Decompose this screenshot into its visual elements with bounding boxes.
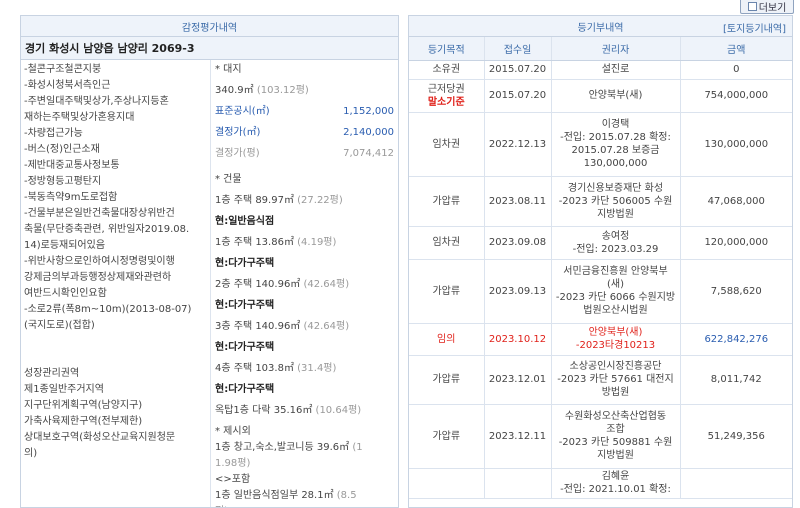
more-button[interactable]: 더보기	[740, 0, 794, 14]
floor-use: 현:다가구주택	[215, 300, 275, 311]
land-label: * 대지	[215, 64, 242, 75]
land-area-value: 340.9㎡	[215, 85, 254, 96]
table-row: 가압류 2023.12.01 소상공인시장진흥공단 -2023 카단 57661…	[409, 355, 792, 405]
zoning-line: 지구단위계획구역(남양지구)	[24, 400, 143, 411]
zoning-line: 의)	[24, 448, 38, 459]
table-row: 근저당권 말소기준 2015.07.20 안양북부(새) 754,000,000	[409, 79, 792, 113]
appraisal-notes: -철콘구조철콘지붕 -화성시청북서측인근 -주변일대주택및상가,주상나지등혼 재…	[21, 60, 211, 507]
table-row: 가압류 2023.09.13 서민금융진흥원 안양북부 (새) -2023 카단…	[409, 259, 792, 324]
note-line: -버스(정)인근소재	[24, 144, 100, 155]
included-pyeong: 평)	[215, 504, 394, 507]
det-price-row: 결정가(㎡) 2,140,000	[215, 125, 394, 141]
table-row: 가압류 2023.08.11 경기신용보증재단 화성 -2023 카단 5060…	[409, 176, 792, 227]
property-address: 경기 화성시 남양읍 남양리 2069-3	[21, 37, 398, 60]
zoning-line: 성장관리권역	[24, 368, 80, 379]
table-header-row: 등기목적 접수일 권리자 금액	[409, 37, 792, 61]
land-registry-link[interactable]: [토지등기내역]	[723, 20, 786, 35]
excluded-pyeong: 1.98평)	[215, 458, 251, 469]
note-line: 축물(무단증축관련, 위반일자2019.08.	[24, 224, 190, 235]
det-price-value: 2,140,000	[343, 127, 394, 138]
registry-title: 등기부내역	[577, 22, 624, 34]
cancellation-basis-badge: 말소기준	[427, 96, 465, 108]
note-line: -제반대중교통사정보통	[24, 160, 120, 171]
det-price-label: 결정가(㎡)	[215, 127, 261, 138]
building-label: * 건물	[215, 174, 242, 185]
col-header-type: 등기목적	[409, 37, 485, 61]
table-row: 임차권 2023.09.08 송여정 -전입: 2023.03.29 120,0…	[409, 226, 792, 260]
floor-item: 4층 주택 103.8㎡ (31.4평)	[215, 363, 337, 374]
note-line: -주변일대주택및상가,주상나지등혼	[24, 96, 169, 107]
note-line: -차량접근가능	[24, 128, 83, 139]
note-line: -위반사항으로인하여시정명령및이행	[24, 256, 175, 267]
note-line: -북동측약9m도로접함	[24, 192, 118, 203]
zoning-line: 제1종일반주거지역	[24, 384, 104, 395]
zoning-line: 상대보호구역(화성오산교육지원청문	[24, 432, 176, 443]
note-line: 재하는주택및상가혼용지대	[24, 112, 135, 123]
note-line: 강제금의부과등행정상제재와관련하	[24, 272, 172, 283]
pyeong-price-row: 결정가(평) 7,074,412	[215, 146, 394, 162]
std-price-value: 1,152,000	[343, 106, 394, 117]
floor-use: 현:다가구주택	[215, 342, 275, 353]
floor-item: 옥탑1층 다락 35.16㎡ (10.64평)	[215, 405, 362, 416]
table-row-highlight: 임의 2023.10.12 안양북부(새) -2023타경10213 622,8…	[409, 323, 792, 356]
note-line: (국지도로)(접합)	[24, 320, 95, 331]
table-row: 임차권 2022.12.13 이경택 -전입: 2015.07.28 확정: 2…	[409, 112, 792, 177]
col-header-date: 접수일	[484, 37, 552, 61]
floor-item: 2층 주택 140.96㎡ (42.64평)	[215, 279, 350, 290]
excluded-label: * 제시외	[215, 426, 251, 437]
land-area-pyeong: (103.12평)	[256, 85, 309, 96]
floor-use: 현:일반음식점	[215, 216, 275, 227]
pyeong-price-value: 7,074,412	[343, 148, 394, 159]
col-header-amount: 금액	[680, 37, 792, 61]
floor-use: 현:다가구주택	[215, 384, 275, 395]
note-line: -건물부분은일반건축물대장상위반건	[24, 208, 175, 219]
std-price-label: 표준공시(㎡)	[215, 106, 270, 117]
more-button-label: 더보기	[758, 3, 787, 14]
excluded-item: 1층 창고,숙소,발코니등 39.6㎡ (1	[215, 442, 363, 453]
floor-item: 3층 주택 140.96㎡ (42.64평)	[215, 321, 350, 332]
appraisal-details: * 대지 340.9㎡ (103.12평) 표준공시(㎡) 1,152,000 …	[211, 60, 398, 507]
zoning-line: 가축사육제한구역(전부제한)	[24, 416, 143, 427]
note-line: -소로2류(폭8m~10m)(2013-08-07)	[24, 304, 192, 315]
registry-panel: 등기부내역 [토지등기내역] 등기목적 접수일 권리자 금액 소유권 2015.…	[408, 15, 793, 508]
appraisal-panel: 감정평가내역 경기 화성시 남양읍 남양리 2069-3 -철콘구조철콘지붕 -…	[20, 15, 399, 508]
land-area: 340.9㎡ (103.12평)	[215, 83, 394, 99]
note-line: -화성시청북서측인근	[24, 80, 111, 91]
included-label: <>포함	[215, 474, 251, 485]
floor-item: 1층 주택 13.86㎡ (4.19평)	[215, 237, 337, 248]
floor-item: 1층 주택 89.97㎡ (27.22평)	[215, 195, 343, 206]
std-price-row: 표준공시(㎡) 1,152,000	[215, 104, 394, 120]
col-header-holder: 권리자	[551, 37, 681, 61]
note-line: 여반드시확인인요함	[24, 288, 107, 299]
registry-table: 등기목적 접수일 권리자 금액 소유권 2015.07.20 설진로 0 근저당…	[409, 37, 792, 499]
appraisal-title: 감정평가내역	[181, 22, 238, 34]
floor-use: 현:다가구주택	[215, 258, 275, 269]
table-row: 김혜윤 -전입: 2021.10.01 확정:	[409, 468, 792, 499]
pyeong-price-label: 결정가(평)	[215, 148, 260, 159]
list-icon	[747, 2, 757, 11]
note-line: 14)로등재되어있음	[24, 240, 106, 251]
table-row: 소유권 2015.07.20 설진로 0	[409, 60, 792, 80]
note-line: -정방형등고평탄지	[24, 176, 102, 187]
registry-header: 등기부내역 [토지등기내역]	[409, 16, 792, 37]
note-line: -철콘구조철콘지붕	[24, 64, 102, 75]
appraisal-header: 감정평가내역	[21, 16, 398, 37]
included-item: 1층 일반음식점일부 28.1㎡ (8.5	[215, 490, 357, 501]
table-row: 가압류 2023.12.11 수원화성오산축산업협동 조합 -2023 카단 5…	[409, 404, 792, 469]
